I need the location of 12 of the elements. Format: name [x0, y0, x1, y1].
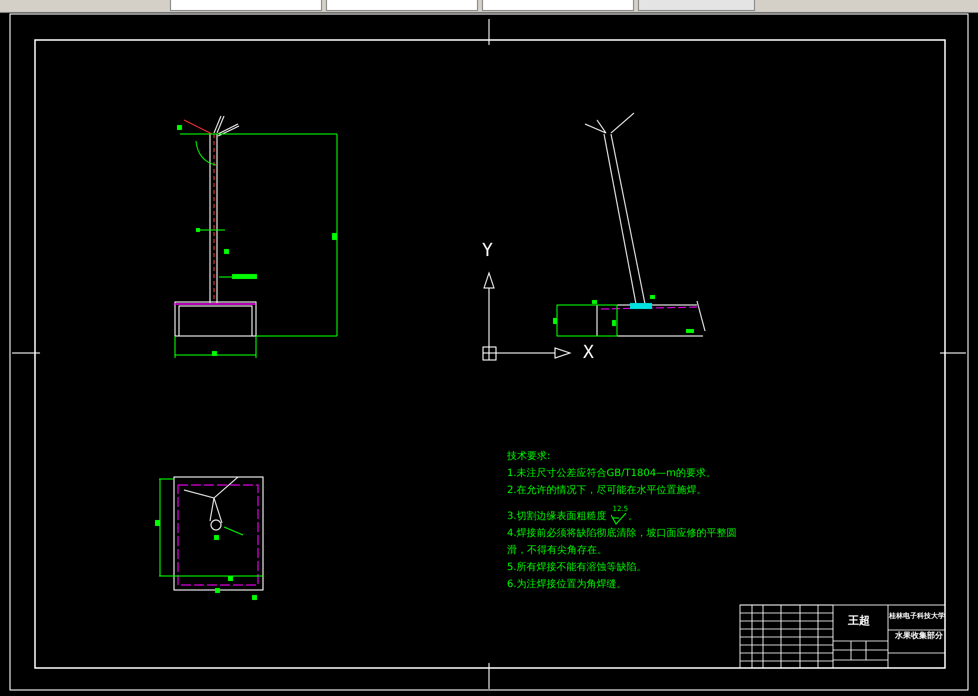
note-text: 1.未注尺寸公差应符合GB/T1804—m的要求。: [507, 466, 717, 481]
part-name: 水果收集部分: [895, 630, 943, 641]
note-text: 6.为注焊接位置为角焊缝。: [507, 578, 628, 592]
designer-name: 王超: [848, 613, 870, 628]
x-axis-label: X: [583, 342, 594, 363]
note-text: 4.焊接前必须将缺陷彻底清除，坡口面应修的平整圆滑，不得有尖角存在。: [507, 526, 738, 558]
note-text: 3.切割边缘表面粗糙度: [507, 510, 607, 524]
note-text: 2.在允许的情况下，尽可能在水平位置施焊。: [507, 484, 708, 498]
y-axis-label: Y: [482, 240, 493, 261]
note-text: 5.所有焊接不能有溶蚀等缺陷。: [507, 560, 648, 575]
note-punctuation: 。: [628, 510, 638, 524]
notes-title: 技术要求:: [507, 450, 552, 464]
